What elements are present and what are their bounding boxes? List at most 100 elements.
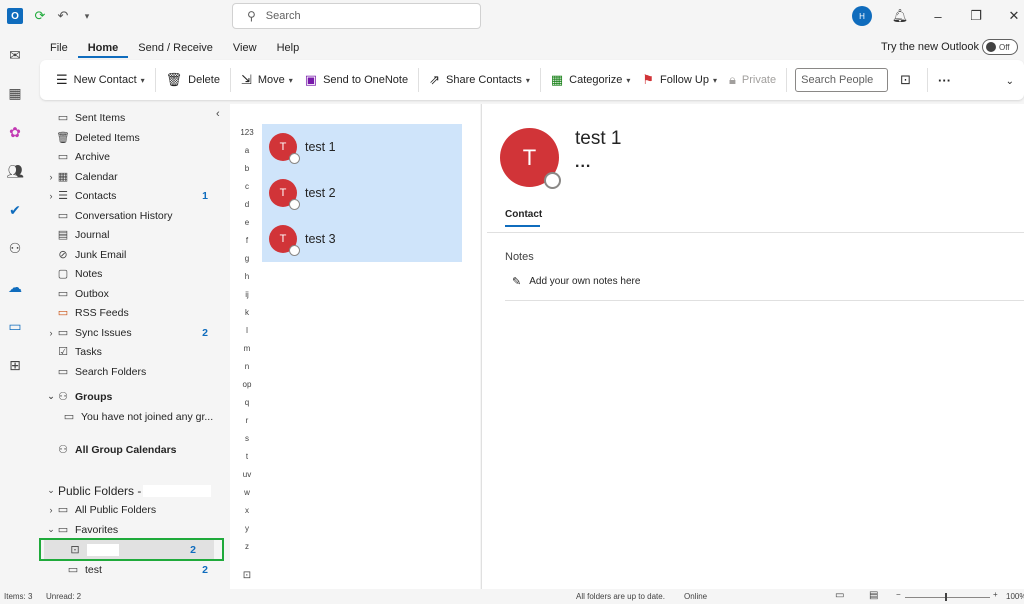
folder-journal[interactable]: ▤ Journal bbox=[40, 225, 230, 244]
folder-junk-email[interactable]: ⊘ Junk Email bbox=[40, 245, 230, 264]
follow-up-button[interactable]: ⚑ Follow Up ▾ bbox=[636, 66, 723, 94]
chevron-down-icon[interactable]: ⌄ bbox=[46, 524, 56, 535]
normal-view-icon[interactable]: ▭ bbox=[835, 590, 844, 601]
zoom-slider-thumb[interactable] bbox=[945, 593, 947, 601]
alpha-index-item[interactable]: f bbox=[234, 236, 260, 245]
alpha-index-item[interactable]: b bbox=[234, 164, 260, 173]
folder-outbox[interactable]: ▭ Outbox bbox=[40, 284, 230, 303]
folder-rss-feeds[interactable]: ▭ RSS Feeds bbox=[40, 303, 230, 322]
change-view-icon[interactable]: ⊡ bbox=[234, 570, 260, 581]
groups-icon[interactable]: ⚇ bbox=[6, 239, 24, 257]
more-options-button[interactable]: ··· bbox=[932, 66, 957, 94]
contact-card[interactable]: T test 1 bbox=[262, 124, 462, 170]
undo-icon[interactable]: ↶ bbox=[55, 8, 71, 24]
folder-favorites[interactable]: ⌄ ▭ Favorites bbox=[40, 520, 230, 539]
alpha-index-item[interactable]: n bbox=[234, 362, 260, 371]
folders-icon[interactable]: ▭ bbox=[6, 317, 24, 335]
folder-conversation-history[interactable]: ▭ Conversation History bbox=[40, 206, 230, 225]
sync-icon[interactable]: ⟳ bbox=[32, 8, 48, 24]
address-book-button[interactable]: ⊡ bbox=[894, 66, 923, 94]
alpha-index-item[interactable]: d bbox=[234, 200, 260, 209]
ribbon-expand-icon[interactable]: ⌄ bbox=[1000, 74, 1020, 88]
contact-card[interactable]: T test 2 bbox=[262, 170, 462, 216]
move-button[interactable]: ⇲ Move ▾ bbox=[235, 66, 299, 94]
share-contacts-button[interactable]: ⇗ Share Contacts ▾ bbox=[423, 66, 536, 94]
public-folders-header[interactable]: ⌄ Public Folders - bbox=[40, 481, 230, 500]
alpha-index-item[interactable]: h bbox=[234, 272, 260, 281]
folder-contacts[interactable]: › ☰ Contacts 1 bbox=[40, 186, 230, 205]
folder-archive[interactable]: ▭ Archive bbox=[40, 147, 230, 166]
folder-tasks[interactable]: ☑ Tasks bbox=[40, 342, 230, 361]
categorize-button[interactable]: ▦ Categorize ▾ bbox=[545, 66, 637, 94]
restore-icon[interactable]: ❐ bbox=[966, 6, 986, 26]
send-to-onenote-button[interactable]: ▣ Send to OneNote bbox=[299, 66, 414, 94]
mail-icon[interactable]: ✉ bbox=[6, 46, 24, 64]
alpha-index-item[interactable]: g bbox=[234, 254, 260, 263]
zoom-in-icon[interactable]: + bbox=[993, 590, 998, 599]
add-note-field[interactable]: ✎ Add your own notes here bbox=[512, 275, 640, 288]
zoom-slider[interactable] bbox=[905, 597, 990, 598]
copilot-icon[interactable]: ✿ bbox=[6, 123, 24, 141]
quick-access-dropdown-icon[interactable]: ▾ bbox=[79, 8, 95, 24]
alpha-index-item[interactable]: y bbox=[234, 524, 260, 533]
private-button[interactable]: 🔒︎ Private bbox=[723, 66, 782, 94]
tab-help[interactable]: Help bbox=[267, 38, 310, 58]
search-people-input[interactable]: Search People bbox=[795, 68, 889, 92]
calendar-icon[interactable]: ▦ bbox=[6, 84, 24, 102]
alpha-index-item[interactable]: k bbox=[234, 308, 260, 317]
alpha-index-item[interactable]: s bbox=[234, 434, 260, 443]
alpha-index-item[interactable]: 123 bbox=[234, 128, 260, 137]
delete-button[interactable]: 🗑︎ Delete bbox=[160, 66, 226, 94]
folder-search-folders[interactable]: ▭ Search Folders bbox=[40, 362, 230, 381]
folder-calendar[interactable]: › ▦ Calendar bbox=[40, 167, 230, 186]
alpha-index-item[interactable]: m bbox=[234, 344, 260, 353]
all-group-calendars[interactable]: ⚇ All Group Calendars bbox=[40, 440, 230, 459]
folder-all-public-folders[interactable]: › ▭ All Public Folders bbox=[40, 500, 230, 519]
folder-test[interactable]: ▭ test 2 bbox=[40, 560, 230, 579]
alpha-index-item[interactable]: ij bbox=[234, 290, 260, 299]
chevron-right-icon[interactable]: › bbox=[46, 191, 56, 201]
alpha-index-item[interactable]: z bbox=[234, 542, 260, 551]
onedrive-icon[interactable]: ☁ bbox=[6, 278, 24, 296]
chevron-right-icon[interactable]: › bbox=[46, 328, 56, 338]
bell-icon[interactable]: 🔔︎ bbox=[890, 6, 910, 26]
alpha-index-item[interactable]: e bbox=[234, 218, 260, 227]
try-new-outlook-toggle[interactable]: Off bbox=[982, 39, 1018, 55]
alpha-index-item[interactable]: r bbox=[234, 416, 260, 425]
chevron-down-icon[interactable]: ▾ bbox=[141, 76, 145, 85]
chevron-right-icon[interactable]: › bbox=[46, 172, 56, 182]
chevron-down-icon[interactable]: ⌄ bbox=[46, 485, 56, 496]
folder-sent-items[interactable]: ▭ Sent Items bbox=[40, 108, 230, 127]
new-contact-button[interactable]: ☰ New Contact ▾ bbox=[50, 66, 151, 94]
alpha-index-item[interactable]: uv bbox=[234, 470, 260, 479]
folder-notes[interactable]: ▢ Notes bbox=[40, 264, 230, 283]
search-input[interactable]: ⚲ Search bbox=[232, 3, 481, 29]
todo-icon[interactable]: ✔ bbox=[6, 201, 24, 219]
folder-deleted-items[interactable]: 🗑︎ Deleted Items bbox=[40, 128, 230, 147]
tab-send-receive[interactable]: Send / Receive bbox=[128, 38, 223, 58]
chevron-down-icon[interactable]: ⌄ bbox=[46, 391, 56, 402]
tab-view[interactable]: View bbox=[223, 38, 267, 58]
groups-header[interactable]: ⌄ ⚇ Groups bbox=[40, 387, 230, 406]
tab-file[interactable]: File bbox=[40, 38, 78, 58]
alpha-index-item[interactable]: q bbox=[234, 398, 260, 407]
alpha-index-item[interactable]: c bbox=[234, 182, 260, 191]
contact-card[interactable]: T test 3 bbox=[262, 216, 462, 262]
alpha-index-item[interactable]: w bbox=[234, 488, 260, 497]
close-icon[interactable]: ✕ bbox=[1004, 6, 1024, 26]
folder-sync-issues[interactable]: › ▭ Sync Issues 2 bbox=[40, 323, 230, 342]
account-avatar[interactable]: H bbox=[852, 6, 872, 26]
tab-contact[interactable]: Contact bbox=[505, 209, 542, 220]
contact-more-button[interactable]: ... bbox=[575, 154, 591, 172]
alpha-index-item[interactable]: l bbox=[234, 326, 260, 335]
minimize-icon[interactable]: – bbox=[928, 6, 948, 26]
alpha-index-item[interactable]: x bbox=[234, 506, 260, 515]
zoom-out-icon[interactable]: − bbox=[896, 590, 901, 599]
alpha-index-item[interactable]: t bbox=[234, 452, 260, 461]
alpha-index-item[interactable]: a bbox=[234, 146, 260, 155]
reading-view-icon[interactable]: ▤ bbox=[869, 590, 878, 601]
tab-home[interactable]: Home bbox=[77, 38, 129, 58]
chevron-right-icon[interactable]: › bbox=[46, 505, 56, 515]
people-icon[interactable]: 👥︎ bbox=[6, 162, 24, 180]
apps-icon[interactable]: ⊞ bbox=[6, 356, 24, 374]
